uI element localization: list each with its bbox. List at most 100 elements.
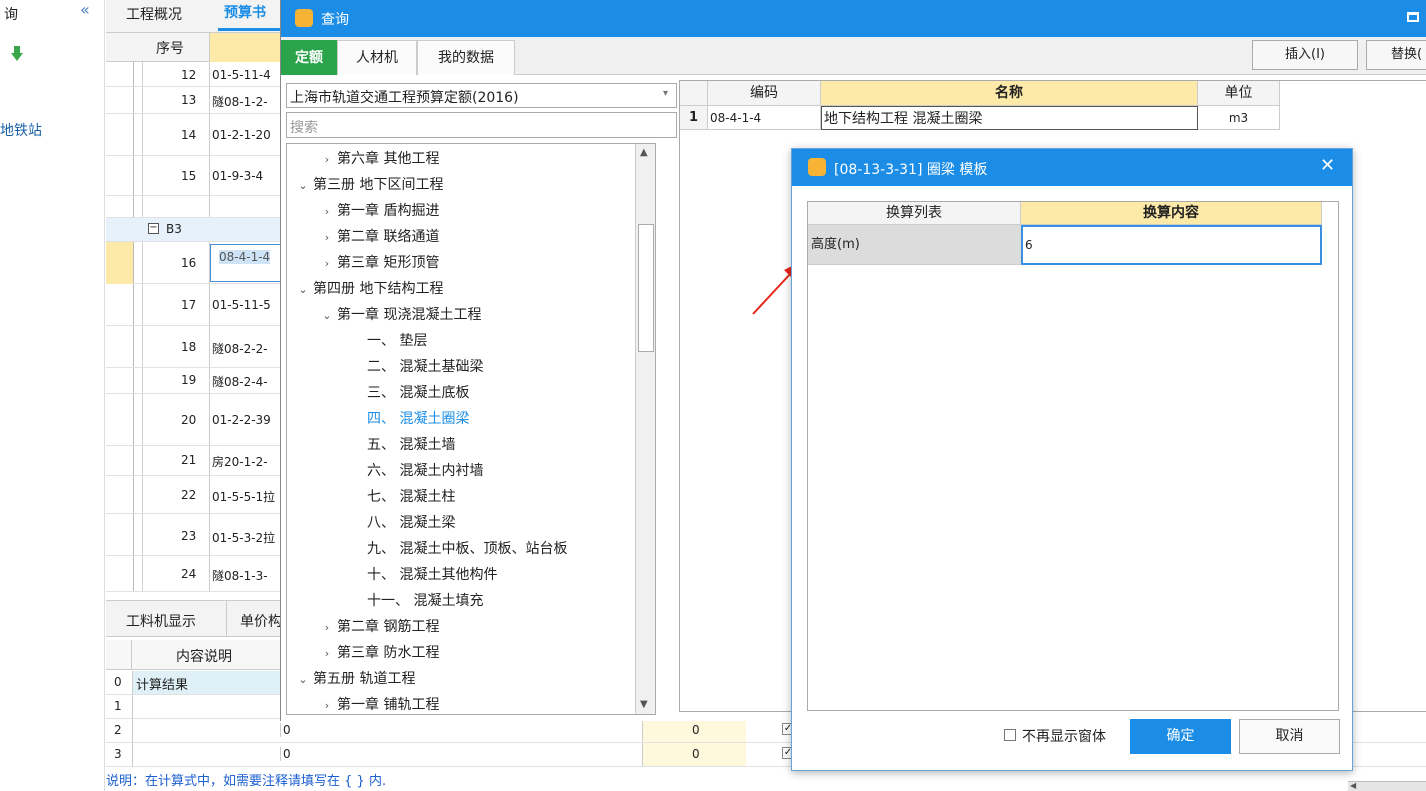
arrow-down-icon[interactable] [10, 44, 24, 64]
tree-item[interactable]: 六、 混凝土内衬墙 [367, 458, 483, 484]
row-index: 0 [114, 675, 122, 689]
tab-overview[interactable]: 工程概况 [126, 4, 182, 24]
table-row[interactable]: 19 隧08-2-4- [106, 368, 296, 394]
search-input[interactable]: 搜索 [286, 112, 677, 138]
collapse-box-icon[interactable]: − [148, 223, 159, 234]
tree-scrollbar[interactable]: ▲ ▼ [635, 144, 655, 714]
tree-item[interactable]: ⌄ 第三册 地下区间工程 [293, 172, 443, 198]
row-value: 0 [280, 747, 291, 761]
table-row[interactable]: 15 01-9-3-4 [106, 156, 296, 196]
tree-item[interactable]: › 第一章 铺轨工程 [317, 692, 440, 714]
row-value: 0 [692, 723, 700, 737]
tree-item[interactable]: ⌄ 第一章 现浇混凝土工程 [317, 302, 481, 328]
row-index: 3 [114, 747, 122, 761]
tree-item[interactable]: ⌄ 第四册 地下结构工程 [293, 276, 443, 302]
table-row[interactable]: 13 隧08-1-2- [106, 87, 296, 114]
table-row[interactable]: 24 隧08-1-3- [106, 556, 296, 592]
tree-item[interactable]: › 第一章 盾构掘进 [317, 198, 440, 224]
dialog-title: [08-13-3-31] 圈梁 模板 [834, 162, 988, 178]
tree-item[interactable]: › 第二章 联络通道 [317, 224, 440, 250]
quota-select[interactable]: 上海市轨道交通工程预算定额(2016) ▾ [286, 83, 677, 108]
tab-labor-display[interactable]: 工料机显示 [126, 611, 196, 631]
table-row[interactable]: 17 01-5-11-5 [106, 284, 296, 326]
row-number: 15 [181, 169, 197, 183]
row-number: 12 [181, 68, 197, 82]
chevron-down-icon: ⌄ [298, 283, 308, 296]
table-row[interactable]: 12 01-5-11-4 [106, 62, 296, 87]
tab-budget[interactable]: 预算书 [224, 2, 266, 22]
row-number: 13 [181, 93, 197, 107]
no-show-checkbox[interactable] [1004, 729, 1016, 741]
table-row[interactable] [106, 196, 296, 218]
chevron-right-icon: › [324, 647, 330, 660]
tree-item[interactable]: ⌄ 第五册 轨道工程 [293, 666, 415, 692]
tab-unit-price[interactable]: 单价构 [240, 611, 282, 631]
tree-item-selected[interactable]: 四、 混凝土圈梁 [367, 406, 469, 432]
scrollbar-thumb[interactable] [638, 224, 654, 352]
horizontal-scrollbar[interactable]: ◀ [1348, 781, 1426, 791]
chevron-right-icon: › [324, 231, 330, 244]
row-number: 19 [181, 373, 197, 387]
height-input[interactable]: 6 [1021, 225, 1322, 265]
close-icon[interactable]: ✕ [1320, 155, 1335, 176]
row-code[interactable]: 08-4-1-4 [219, 250, 271, 264]
tree-item[interactable]: › 第二章 钢筋工程 [317, 614, 440, 640]
conversion-grid: 换算列表 换算内容 高度(m) 6 [807, 201, 1339, 711]
content-header: 内容说明 [106, 640, 296, 670]
tree-item[interactable]: 十、 混凝土其他构件 [367, 562, 497, 588]
table-row[interactable]: 21 房20-1-2- [106, 446, 296, 476]
tree-item[interactable]: 一、 垫层 [367, 328, 427, 354]
row-number: 16 [181, 256, 197, 270]
tree-item[interactable]: 九、 混凝土中板、顶板、站台板 [367, 536, 567, 562]
tab-materials[interactable]: 人材机 [337, 40, 417, 75]
table-row[interactable]: 23 01-5-3-2拉 [106, 514, 296, 556]
tree-item[interactable]: 八、 混凝土梁 [367, 510, 455, 536]
chevron-right-icon: › [324, 153, 330, 166]
table-row[interactable]: 18 隧08-2-2- [106, 326, 296, 368]
tab-quota[interactable]: 定额 [281, 40, 337, 75]
row-number: 21 [181, 453, 197, 467]
tree-item[interactable]: › 第三章 矩形顶管 [317, 250, 440, 276]
note-text: 说明：在计算式中，如需要注释请填写在 { } 内. [106, 774, 387, 789]
result-unit[interactable]: m3 [1198, 106, 1280, 130]
app-logo-icon [295, 9, 313, 27]
table-row[interactable]: 20 01-2-2-39 [106, 394, 296, 446]
collapse-icon[interactable]: « [80, 0, 90, 19]
query-tabbar: 定额 人材机 我的数据 插入(I) 替换( [281, 37, 1426, 75]
scroll-left-icon[interactable]: ◀ [1350, 781, 1356, 790]
row-index: 1 [114, 699, 122, 713]
tree-item[interactable]: 三、 混凝土底板 [367, 380, 469, 406]
result-name[interactable]: 地下结构工程 混凝土圈梁 [821, 106, 1198, 130]
row-index: 1 [680, 106, 708, 130]
tab-my-data[interactable]: 我的数据 [417, 40, 515, 75]
insert-button[interactable]: 插入(I) [1252, 40, 1358, 70]
station-label[interactable]: 地铁站 [0, 120, 42, 140]
budget-tabbar: 工程概况 预算书 [106, 0, 296, 33]
table-row-group[interactable]: − B3 [106, 218, 296, 242]
conversion-dialog: [08-13-3-31] 圈梁 模板 ✕ 换算列表 换算内容 高度(m) 6 不… [791, 148, 1353, 771]
chevron-down-icon: ⌄ [298, 673, 308, 686]
result-code[interactable]: 08-4-1-4 [708, 106, 821, 130]
table-row-selected[interactable]: 16 08-4-1-4 [106, 242, 296, 284]
query-title: 查询 [321, 12, 349, 28]
row-number: 20 [181, 413, 197, 427]
grid-header: 序号 [106, 33, 296, 62]
maximize-icon[interactable] [1407, 12, 1419, 22]
tree-item[interactable]: › 第三章 防水工程 [317, 640, 440, 666]
tree-item[interactable]: 二、 混凝土基础梁 [367, 354, 483, 380]
tree-item[interactable]: › 第六章 其他工程 [317, 146, 440, 172]
scroll-up-icon[interactable]: ▲ [640, 147, 648, 158]
cancel-button[interactable]: 取消 [1239, 719, 1340, 754]
scroll-down-icon[interactable]: ▼ [640, 699, 648, 710]
table-row[interactable]: 14 01-2-1-20 [106, 114, 296, 156]
replace-button[interactable]: 替换( [1366, 40, 1426, 70]
app-logo-icon [808, 158, 826, 176]
tree-item[interactable]: 十一、 混凝土填充 [367, 588, 483, 614]
ok-button[interactable]: 确定 [1130, 719, 1231, 754]
table-corner [680, 81, 708, 106]
dialog-titlebar: [08-13-3-31] 圈梁 模板 ✕ [792, 149, 1352, 186]
tree-item[interactable]: 五、 混凝土墙 [367, 432, 455, 458]
left-panel: 询 « 地铁站 [0, 0, 105, 791]
table-row[interactable]: 22 01-5-5-1拉 [106, 476, 296, 514]
tree-item[interactable]: 七、 混凝土柱 [367, 484, 455, 510]
